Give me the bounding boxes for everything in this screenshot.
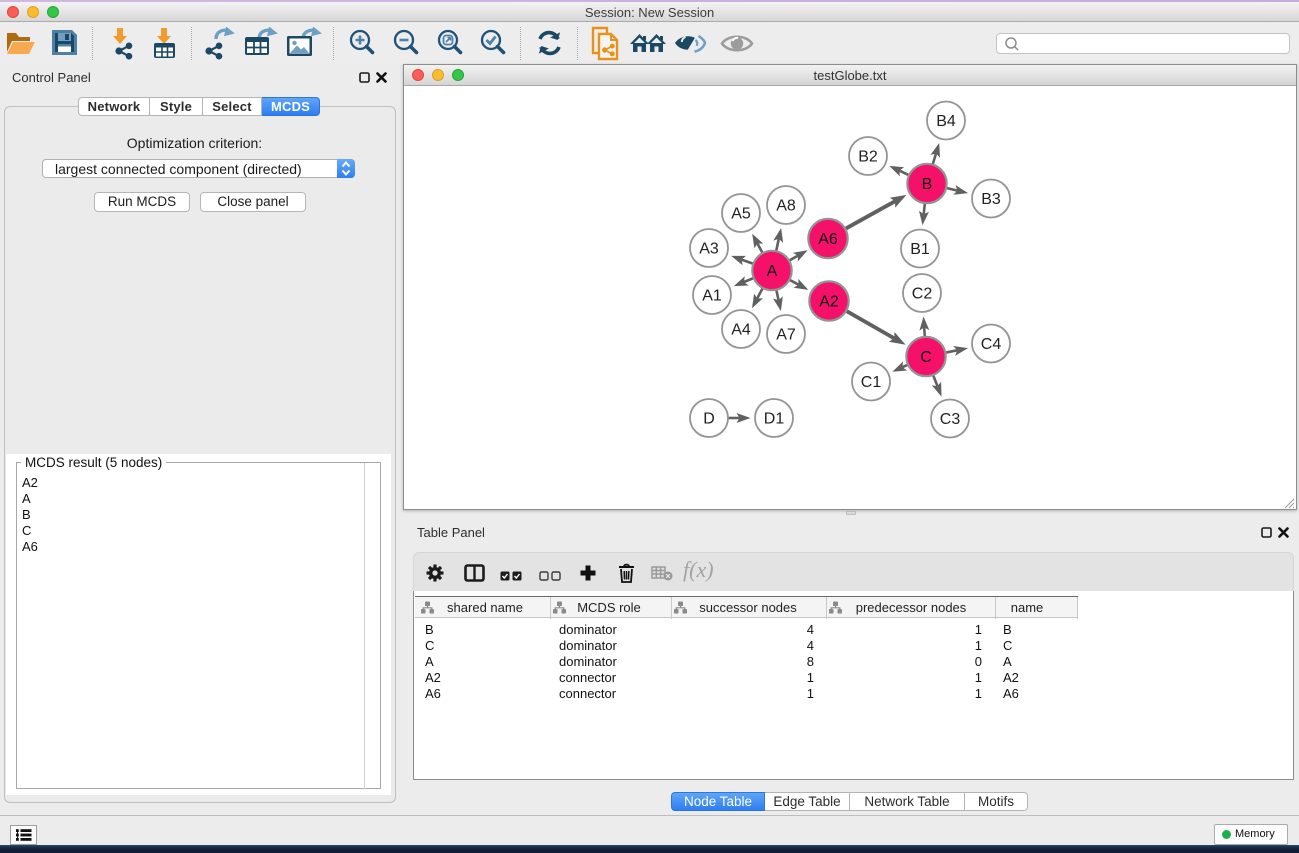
svg-text:B2: B2: [858, 149, 878, 166]
svg-text:B: B: [922, 176, 933, 193]
svg-text:A7: A7: [776, 327, 796, 344]
svg-text:B1: B1: [910, 241, 930, 258]
svg-text:C4: C4: [981, 336, 1002, 353]
svg-text:A: A: [767, 263, 778, 280]
svg-text:C1: C1: [861, 374, 882, 391]
svg-text:A5: A5: [731, 206, 751, 223]
svg-text:A8: A8: [776, 198, 796, 215]
svg-text:A4: A4: [731, 322, 751, 339]
svg-text:A6: A6: [818, 231, 838, 248]
svg-text:D1: D1: [764, 411, 785, 428]
svg-text:A2: A2: [819, 294, 839, 311]
svg-text:B4: B4: [936, 113, 956, 130]
svg-text:B3: B3: [981, 191, 1001, 208]
svg-text:D: D: [703, 411, 715, 428]
svg-text:C: C: [920, 349, 932, 366]
svg-text:C2: C2: [912, 286, 933, 303]
svg-text:C3: C3: [940, 411, 961, 428]
svg-text:A1: A1: [702, 288, 722, 305]
svg-text:A3: A3: [699, 241, 719, 258]
